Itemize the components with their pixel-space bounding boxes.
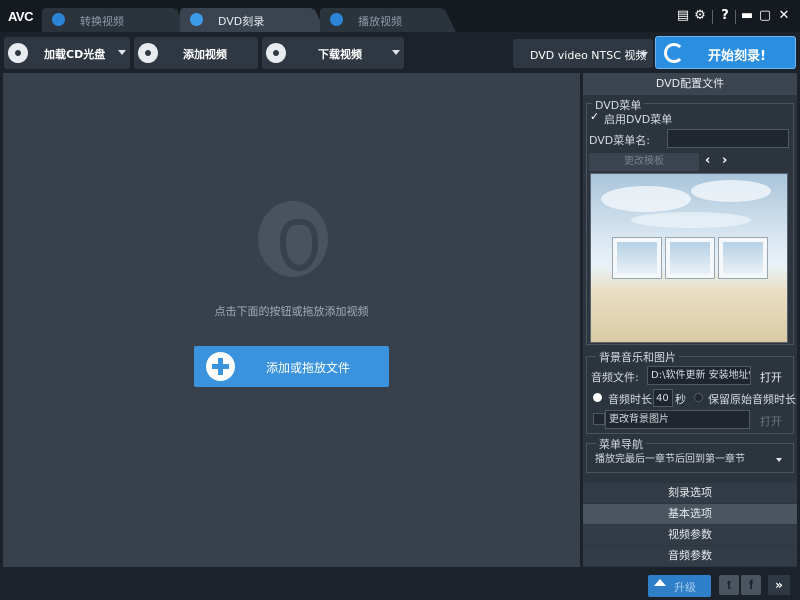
duration-radio[interactable] (593, 393, 602, 402)
section-audio-params[interactable]: 音频参数 (583, 546, 797, 566)
add-files-label: 添加或拖放文件 (266, 359, 350, 376)
enable-menu-checkbox[interactable]: ✓ (590, 110, 599, 123)
add-files-button[interactable]: 添加或拖放文件 (194, 346, 389, 387)
plus-icon (206, 352, 235, 381)
chevron-down-icon[interactable] (392, 50, 400, 55)
film-add-icon (138, 43, 158, 63)
drop-area[interactable]: 点击下面的按钮或拖放添加视频 添加或拖放文件 (3, 73, 580, 567)
duration-unit: 秒 (675, 391, 686, 407)
close-icon[interactable]: ✕ (776, 8, 792, 24)
change-bg-field[interactable]: 更改背景图片 (605, 410, 750, 429)
maximize-icon[interactable]: ▢ (757, 8, 773, 24)
tab-label: 转换视频 (80, 13, 124, 29)
next-template-arrow[interactable]: › (722, 154, 727, 168)
disc-icon (190, 13, 203, 26)
disc-add-icon (8, 43, 28, 63)
menu-name-input[interactable] (667, 129, 789, 148)
tab-dvd-burn[interactable]: DVD刻录 (180, 8, 314, 32)
app-logo: AVC (8, 9, 33, 24)
tab-edge (444, 8, 456, 32)
open-audio-button[interactable]: 打开 (760, 369, 782, 385)
output-format-select[interactable]: DVD video NTSC 视频 (513, 39, 653, 68)
cloud (601, 186, 691, 212)
chevron-down-icon[interactable] (118, 50, 126, 55)
duration-input[interactable]: 40 (653, 389, 673, 407)
upgrade-button[interactable]: 升级 (648, 575, 711, 597)
start-burn-label: 开始刻录! (708, 45, 766, 64)
status-bar: 升级 t f » (0, 568, 800, 600)
menu-icon[interactable]: ▤ (675, 8, 691, 24)
arrow-up-icon (654, 579, 666, 586)
refresh-icon (52, 13, 65, 26)
bg-music-group-label: 背景音乐和图片 (596, 349, 679, 365)
prev-template-arrow[interactable]: ‹ (705, 154, 710, 168)
cloud (631, 212, 751, 228)
keep-original-radio[interactable] (694, 393, 703, 402)
tab-label: DVD刻录 (218, 13, 264, 29)
tab-label: 播放视频 (358, 13, 402, 29)
cloud (691, 180, 771, 202)
menu-name-label: DVD菜单名: (589, 132, 650, 148)
section-video-params[interactable]: 视频参数 (583, 525, 797, 545)
tab-play-video[interactable]: 播放视频 (320, 8, 444, 32)
refresh-icon (664, 43, 684, 63)
duration-label: 音频时长: (608, 391, 656, 407)
menu-template-preview (590, 173, 788, 343)
help-button[interactable]: ? (717, 8, 733, 24)
section-basic-options[interactable]: 基本选项 (583, 504, 797, 524)
title-bar: AVC 转换视频 DVD刻录 播放视频 ▤ ⚙ ? ▬ ▢ ✕ (0, 0, 800, 32)
load-cd-button[interactable]: 加载CD光盘 (4, 37, 130, 69)
load-cd-label: 加载CD光盘 (44, 46, 105, 62)
enable-menu-label: 启用DVD菜单 (604, 111, 672, 127)
chapter-thumbnail[interactable] (719, 238, 767, 278)
keep-original-label: 保留原始音频时长 (708, 391, 796, 407)
divider (735, 10, 736, 24)
avc-watermark-icon (258, 201, 328, 277)
chevron-down-icon (776, 458, 782, 462)
audio-file-label: 音频文件: (591, 369, 639, 385)
play-icon (330, 13, 343, 26)
upgrade-label: 升级 (674, 579, 696, 595)
menu-nav-group-label: 菜单导航 (596, 436, 646, 452)
panel-title: DVD配置文件 (583, 73, 797, 95)
change-template-button[interactable]: 更改模板 (589, 153, 699, 171)
add-video-button[interactable]: 添加视频 (134, 37, 258, 69)
section-burn-options[interactable]: 刻录选项 (583, 483, 797, 503)
menu-nav-select[interactable]: 播放完最后一章节后回到第一章节 (590, 451, 789, 469)
download-video-label: 下载视频 (318, 46, 362, 62)
chapter-thumbnail[interactable] (613, 238, 661, 278)
download-video-button[interactable]: 下载视频 (262, 37, 404, 69)
tab-convert-video[interactable]: 转换视频 (42, 8, 176, 32)
globe-download-icon (266, 43, 286, 63)
dvd-settings-panel: DVD配置文件 DVD菜单 ✓ 启用DVD菜单 DVD菜单名: 更改模板 ‹ ›… (583, 73, 797, 567)
start-burn-button[interactable]: 开始刻录! (655, 36, 796, 69)
drop-hint: 点击下面的按钮或拖放添加视频 (3, 303, 580, 319)
facebook-icon[interactable]: f (741, 575, 761, 595)
chevron-down-icon (640, 52, 648, 57)
minimize-icon[interactable]: ▬ (739, 8, 755, 24)
more-button[interactable]: » (768, 575, 790, 595)
add-video-label: 添加视频 (183, 46, 227, 62)
menu-nav-value: 播放完最后一章节后回到第一章节 (595, 454, 745, 465)
twitter-icon[interactable]: t (719, 575, 739, 595)
audio-file-path[interactable]: D:\软件更新 安装地址\D (647, 366, 751, 385)
divider (712, 10, 713, 24)
gear-icon[interactable]: ⚙ (692, 8, 708, 24)
chapter-thumbnail[interactable] (666, 238, 714, 278)
open-bg-button[interactable]: 打开 (760, 413, 782, 429)
output-format-value: DVD video NTSC 视频 (530, 47, 646, 63)
change-bg-checkbox[interactable] (593, 413, 605, 425)
